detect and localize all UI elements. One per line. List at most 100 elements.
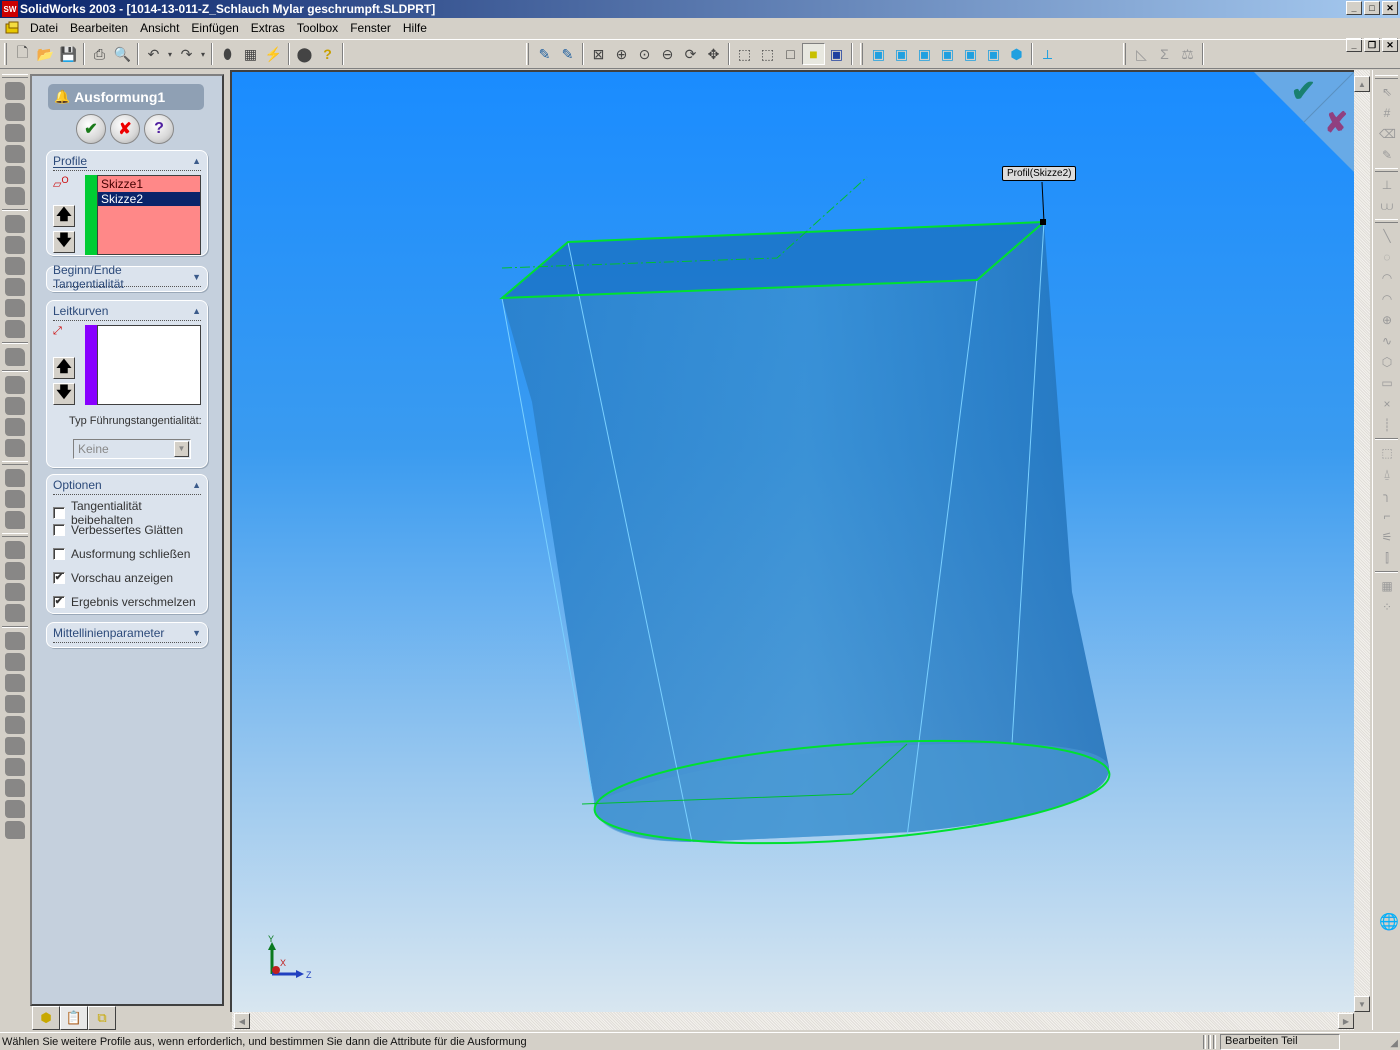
undo-dropdown-icon[interactable]: ▾ [165,43,175,65]
fillet-icon[interactable] [5,215,25,233]
break-corner-icon[interactable] [5,821,25,839]
mass-properties-icon[interactable]: Σ [1153,43,1176,65]
rectangle-icon[interactable]: ▭ [1379,375,1395,391]
horizontal-scrollbar[interactable]: ◀ ▶ [232,1012,1354,1030]
centerpoint-circle-icon[interactable]: ⊕ [1379,312,1395,328]
ok-button[interactable]: ✔ [76,114,106,144]
no-bends-icon[interactable] [5,653,25,671]
zoom-fit-icon[interactable]: ⊠ [587,43,610,65]
top-view-icon[interactable]: ▣ [959,43,982,65]
toolbar-grip[interactable] [526,43,529,65]
expand-icon[interactable]: ▼ [192,272,201,282]
polygon-icon[interactable]: ⬡ [1379,354,1395,370]
confirm-ok-icon[interactable]: ✔ [1291,74,1316,109]
flatten-icon[interactable] [5,632,25,650]
mirror-sketch-icon[interactable]: ⫿ [1379,550,1395,566]
shadows-icon[interactable]: ▣ [825,43,848,65]
extruded-cut-icon[interactable] [5,187,25,205]
draft-icon[interactable] [5,299,25,317]
collapse-icon[interactable]: ▲ [192,306,201,316]
guide-curves-header[interactable]: Leitkurven ▲ [53,301,201,321]
menu-ansicht[interactable]: Ansicht [134,21,185,35]
zoom-area-icon[interactable]: ⊙ [633,43,656,65]
save-icon[interactable]: 💾 [57,43,80,65]
unfold-icon[interactable] [5,674,25,692]
hidden-lines-visible-icon[interactable]: ⬚ [756,43,779,65]
help-button[interactable]: ? [144,114,174,144]
toolbar-grip[interactable] [860,43,863,65]
toolbar-grip[interactable] [2,533,28,537]
collapse-icon[interactable]: ▲ [192,156,201,166]
scroll-down-button[interactable]: ▼ [1354,996,1370,1012]
hidden-lines-removed-icon[interactable]: □ [779,43,802,65]
eraser-icon[interactable]: ⌫ [1379,126,1396,142]
shaded-icon[interactable]: ■ [802,43,825,65]
chamfer-icon[interactable] [5,236,25,254]
measure-icon[interactable]: ◺ [1130,43,1153,65]
point-icon[interactable]: × [1379,396,1395,412]
print-icon[interactable]: ⎙ [88,43,111,65]
checkbox[interactable] [53,548,65,560]
option-improved-smoothing[interactable]: Verbessertes Glätten [53,523,183,537]
profile-header[interactable]: Profile ▲ [53,151,201,171]
option-close-loft[interactable]: Ausformung schließen [53,547,190,561]
resize-grip-icon[interactable]: ◢ [1390,1038,1398,1049]
rotate-icon[interactable]: ⟳ [679,43,702,65]
forming-tool-icon[interactable] [5,800,25,818]
shell-icon[interactable] [5,278,25,296]
tangency-header[interactable]: Beginn/Ende Tangentialität ▼ [53,263,201,291]
linear-pattern-icon[interactable] [5,376,25,394]
sheet-metal-hem-icon[interactable] [5,604,25,622]
open-icon[interactable]: 📂 [34,43,57,65]
select-face-icon[interactable]: ✎ [556,43,579,65]
dimension-icon[interactable]: ⊥ [1379,177,1395,193]
normal-to-icon[interactable]: ⟂ [1036,43,1059,65]
minimize-button[interactable]: _ [1346,1,1362,15]
line-icon[interactable]: ╲ [1379,228,1395,244]
circular-pattern-icon[interactable] [5,397,25,415]
graphics-area[interactable]: Profil(Skizze2) ✔ ✘ Y X Z [230,70,1354,1012]
rib-icon[interactable] [5,257,25,275]
grid-icon[interactable]: ▦ [239,43,262,65]
configuration-manager-tab[interactable]: ⧉ [88,1006,116,1030]
convert-entities-icon[interactable]: ⬚ [1379,445,1395,461]
scroll-right-button[interactable]: ▶ [1338,1013,1354,1029]
scroll-left-button[interactable]: ◀ [234,1013,250,1029]
extruded-boss-icon[interactable] [5,82,25,100]
menu-fenster[interactable]: Fenster [344,21,397,35]
move-down-button[interactable]: 🡇 [53,231,75,253]
help-icon[interactable]: ? [316,43,339,65]
isometric-view-icon[interactable]: ⬢ [1005,43,1028,65]
circular-sketch-pattern-icon[interactable]: ⁘ [1379,599,1395,615]
spline-icon[interactable]: ∿ [1379,333,1395,349]
grid-icon[interactable]: # [1379,105,1395,121]
zoom-in-icon[interactable]: ⊕ [610,43,633,65]
sketched-bend-icon[interactable] [5,737,25,755]
checkbox-checked[interactable]: ✔ [53,572,65,584]
select-edge-icon[interactable]: ✎ [533,43,556,65]
menu-toolbox[interactable]: Toolbox [291,21,344,35]
fold-icon[interactable] [5,695,25,713]
menu-extras[interactable]: Extras [245,21,291,35]
pan-icon[interactable]: ✥ [702,43,725,65]
zoom-out-icon[interactable]: ⊖ [656,43,679,65]
macro-icon[interactable]: ⬤ [293,43,316,65]
select-icon[interactable]: ⇖ [1379,84,1395,100]
thicken-icon[interactable] [5,166,25,184]
centerline-header[interactable]: Mittellinienparameter ▼ [53,623,201,643]
guide-curves-list[interactable] [97,325,201,405]
dropdown-arrow-icon[interactable]: ▼ [174,441,189,457]
tangency-type-select[interactable]: Keine ▼ [73,439,191,459]
rebuild-icon[interactable]: ⬮ [216,43,239,65]
collapse-icon[interactable]: ▲ [192,480,201,490]
list-item[interactable]: Skizze1 [98,176,200,192]
redo-icon[interactable]: ↷ [175,43,198,65]
list-item-selected[interactable]: Skizze2 [98,192,200,206]
toolbar-grip[interactable] [1123,43,1126,65]
front-view-icon[interactable]: ▣ [867,43,890,65]
revolved-boss-icon[interactable] [5,103,25,121]
sketch-chamfer-icon[interactable]: ⌐ [1379,508,1395,524]
axis-icon[interactable] [5,490,25,508]
checkbox[interactable] [53,507,65,519]
feature-manager-tab[interactable]: ⬢ [32,1006,60,1030]
